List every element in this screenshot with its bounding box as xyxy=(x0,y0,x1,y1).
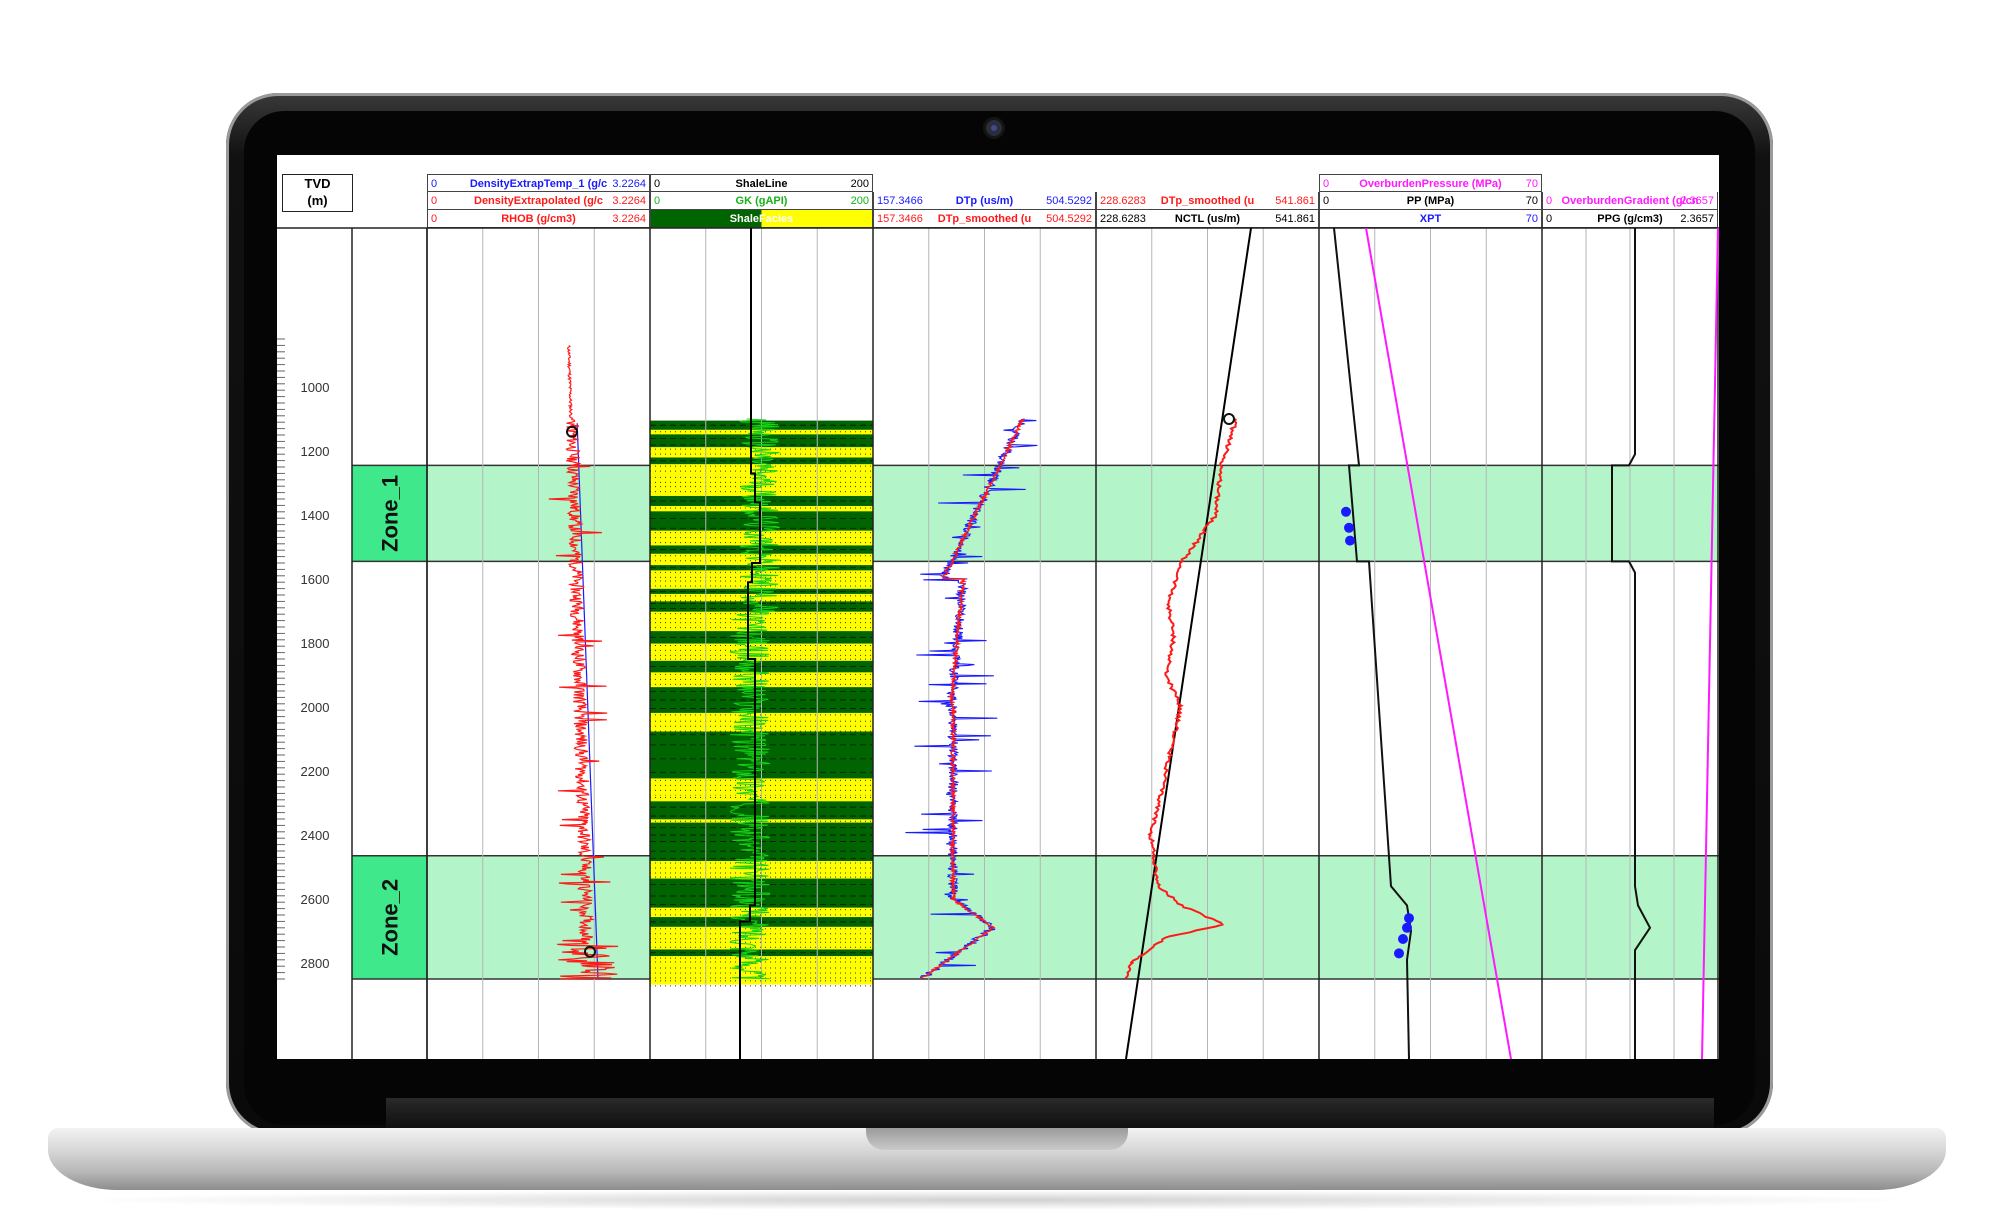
depth-tick-label: 1600 xyxy=(301,572,330,587)
xpt-point xyxy=(1402,923,1412,933)
zone-band-1 xyxy=(352,465,1719,561)
well-log-display: TVD (m) DensityExtrapTemp_1 (g/c 0 3.2264 D… xyxy=(277,155,1719,1059)
laptop-hinge xyxy=(386,1098,1714,1132)
zone-band-2 xyxy=(352,856,1719,979)
xpt-point xyxy=(1344,523,1354,533)
laptop-shadow xyxy=(60,1190,1934,1210)
webcam xyxy=(986,120,1002,136)
log-plot-area: Zone_1 Zone_2 1000 1200 1400 1600 1800 2000 220… xyxy=(277,155,1719,1059)
xpt-point xyxy=(1345,536,1355,546)
depth-tick-label: 2600 xyxy=(301,892,330,907)
zone-label: Zone_1 xyxy=(378,475,403,552)
nctl-anchor-point xyxy=(1224,414,1234,424)
depth-tick-label: 2400 xyxy=(301,828,330,843)
zone-label: Zone_2 xyxy=(378,879,403,956)
xpt-point xyxy=(1394,948,1404,958)
xpt-point xyxy=(1341,507,1351,517)
xpt-point xyxy=(1404,913,1414,923)
depth-tick-label: 1800 xyxy=(301,636,330,651)
depth-tick-label: 1000 xyxy=(301,380,330,395)
xpt-point xyxy=(1398,934,1408,944)
depth-tick-label: 2000 xyxy=(301,700,330,715)
depth-tick-label: 1200 xyxy=(301,444,330,459)
depth-tick-label: 2800 xyxy=(301,956,330,971)
depth-tick-label: 1400 xyxy=(301,508,330,523)
laptop-notch xyxy=(866,1128,1128,1150)
depth-tick-label: 2200 xyxy=(301,764,330,779)
